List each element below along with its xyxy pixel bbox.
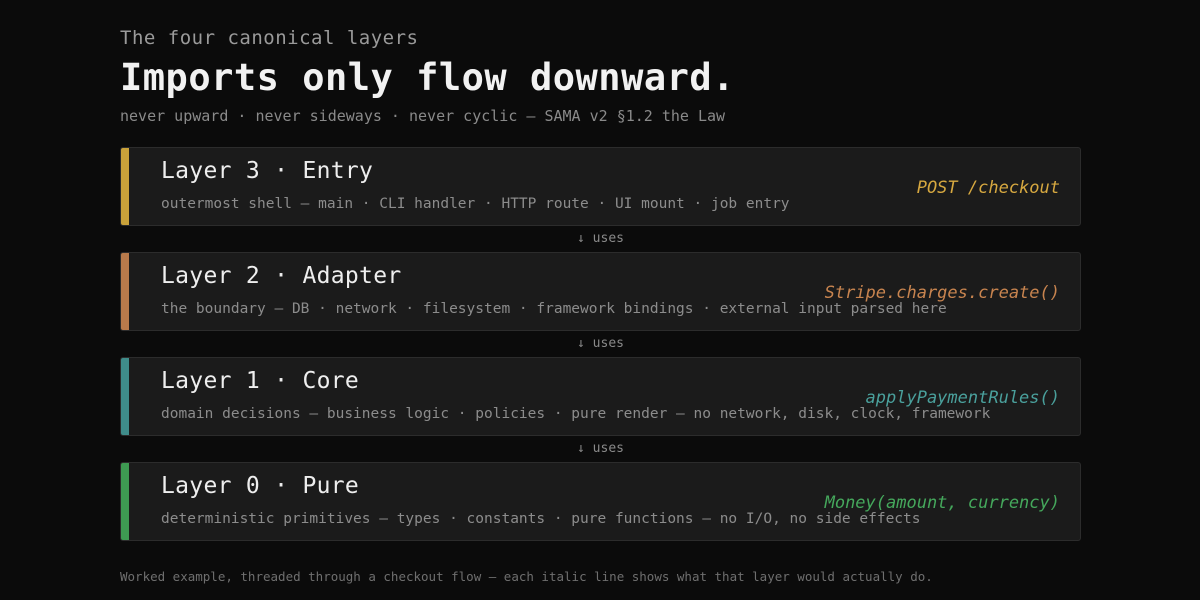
layer-example: POST /checkout: [916, 178, 1060, 198]
uses-connector: ↓ uses: [577, 336, 624, 351]
layer-title: Layer 0 · Pure: [161, 473, 360, 499]
layer-accent-bar: [121, 463, 129, 540]
layer-description: domain decisions — business logic · poli…: [161, 406, 991, 422]
layer-stack: Layer 3 · Entry outermost shell — main ·…: [120, 147, 1081, 541]
subtitle: never upward · never sideways · never cy…: [120, 107, 726, 125]
layer-example: Stripe.charges.create(): [824, 283, 1060, 303]
layer-example: applyPaymentRules(): [865, 388, 1060, 408]
layer-description: the boundary — DB · network · filesystem…: [161, 301, 947, 317]
footnote: Worked example, threaded through a check…: [120, 569, 933, 584]
layer-description: deterministic primitives — types · const…: [161, 511, 921, 527]
layer-card-core: Layer 1 · Core domain decisions — busine…: [120, 357, 1081, 436]
layer-description: outermost shell — main · CLI handler · H…: [161, 196, 790, 212]
kicker: The four canonical layers: [120, 27, 419, 49]
layer-accent-bar: [121, 253, 129, 330]
layer-accent-bar: [121, 148, 129, 225]
layer-title: Layer 2 · Adapter: [161, 263, 402, 289]
layer-card-pure: Layer 0 · Pure deterministic primitives …: [120, 462, 1081, 541]
layer-title: Layer 3 · Entry: [161, 158, 374, 184]
layer-example: Money(amount, currency): [824, 493, 1060, 513]
page-title: Imports only flow downward.: [120, 56, 735, 99]
layer-card-adapter: Layer 2 · Adapter the boundary — DB · ne…: [120, 252, 1081, 331]
layer-accent-bar: [121, 358, 129, 435]
layer-title: Layer 1 · Core: [161, 368, 360, 394]
uses-connector: ↓ uses: [577, 441, 624, 456]
uses-connector: ↓ uses: [577, 231, 624, 246]
layer-card-entry: Layer 3 · Entry outermost shell — main ·…: [120, 147, 1081, 226]
